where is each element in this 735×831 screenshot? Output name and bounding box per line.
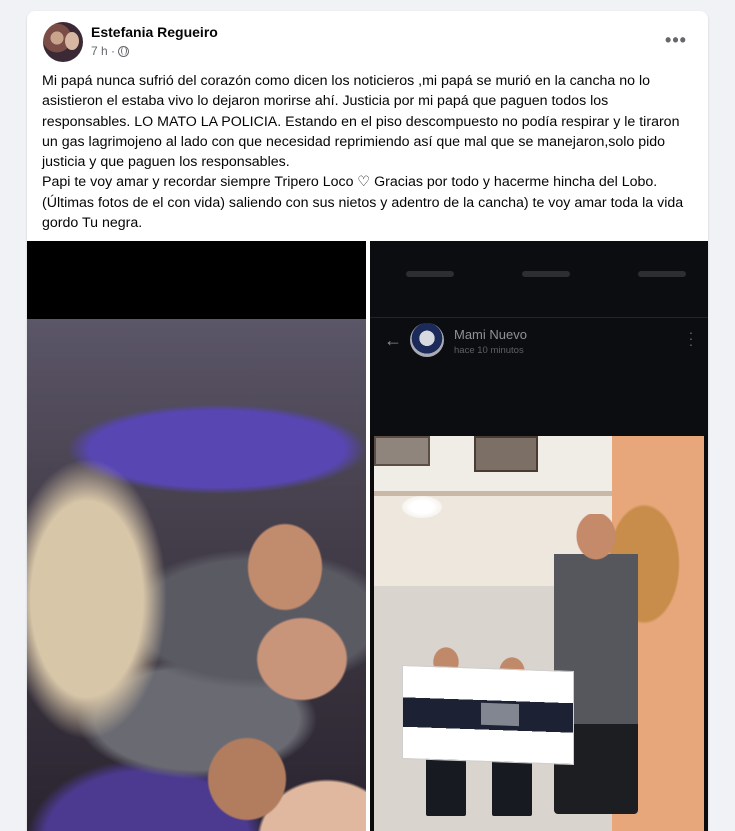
more-options-button[interactable]: ••• <box>658 27 694 53</box>
phone-divider <box>370 317 708 318</box>
contact-status: hace 10 minutos <box>454 345 524 356</box>
author-name[interactable]: Estefania Regueiro <box>91 24 218 40</box>
back-arrow-icon: ← <box>384 330 402 350</box>
wall-frame <box>374 436 430 466</box>
author-avatar[interactable] <box>43 22 83 62</box>
post-paragraph: (Últimas fotos de el con vida) saliendo … <box>42 194 684 232</box>
man-figure <box>554 514 638 814</box>
contact-name: Mami Nuevo <box>454 327 527 342</box>
phone-status-area: ← Mami Nuevo hace 10 minutos · · · <box>370 241 708 436</box>
wall-frame <box>474 436 538 472</box>
photo-grid: ← Mami Nuevo hace 10 minutos · · · <box>27 241 708 831</box>
post-header: Estefania Regueiro 7 h · ••• <box>27 11 708 69</box>
post-meta: 7 h · <box>91 44 130 58</box>
globe-icon[interactable] <box>118 45 130 57</box>
contact-avatar <box>410 323 444 357</box>
post-paragraph: Mi papá nunca sufrió del corazón como di… <box>42 73 680 171</box>
more-icon: ••• <box>665 29 687 50</box>
photo-stadium-selfie[interactable] <box>27 241 366 831</box>
photo-screenshot-family[interactable]: ← Mami Nuevo hace 10 minutos · · · <box>370 241 708 831</box>
post-time[interactable]: 7 h · <box>91 44 115 58</box>
family-photo <box>374 436 704 831</box>
vertical-dots-icon: · · · <box>688 324 694 352</box>
post-text: Mi papá nunca sufrió del corazón como di… <box>42 71 697 233</box>
team-flag <box>402 664 574 766</box>
phone-tabs <box>406 271 686 281</box>
post-paragraph: Papi te voy amar y recordar siempre Trip… <box>42 174 658 191</box>
post-card: Estefania Regueiro 7 h · ••• Mi papá nun… <box>27 11 708 831</box>
selfie-image <box>27 319 366 831</box>
light-glare <box>402 496 442 518</box>
